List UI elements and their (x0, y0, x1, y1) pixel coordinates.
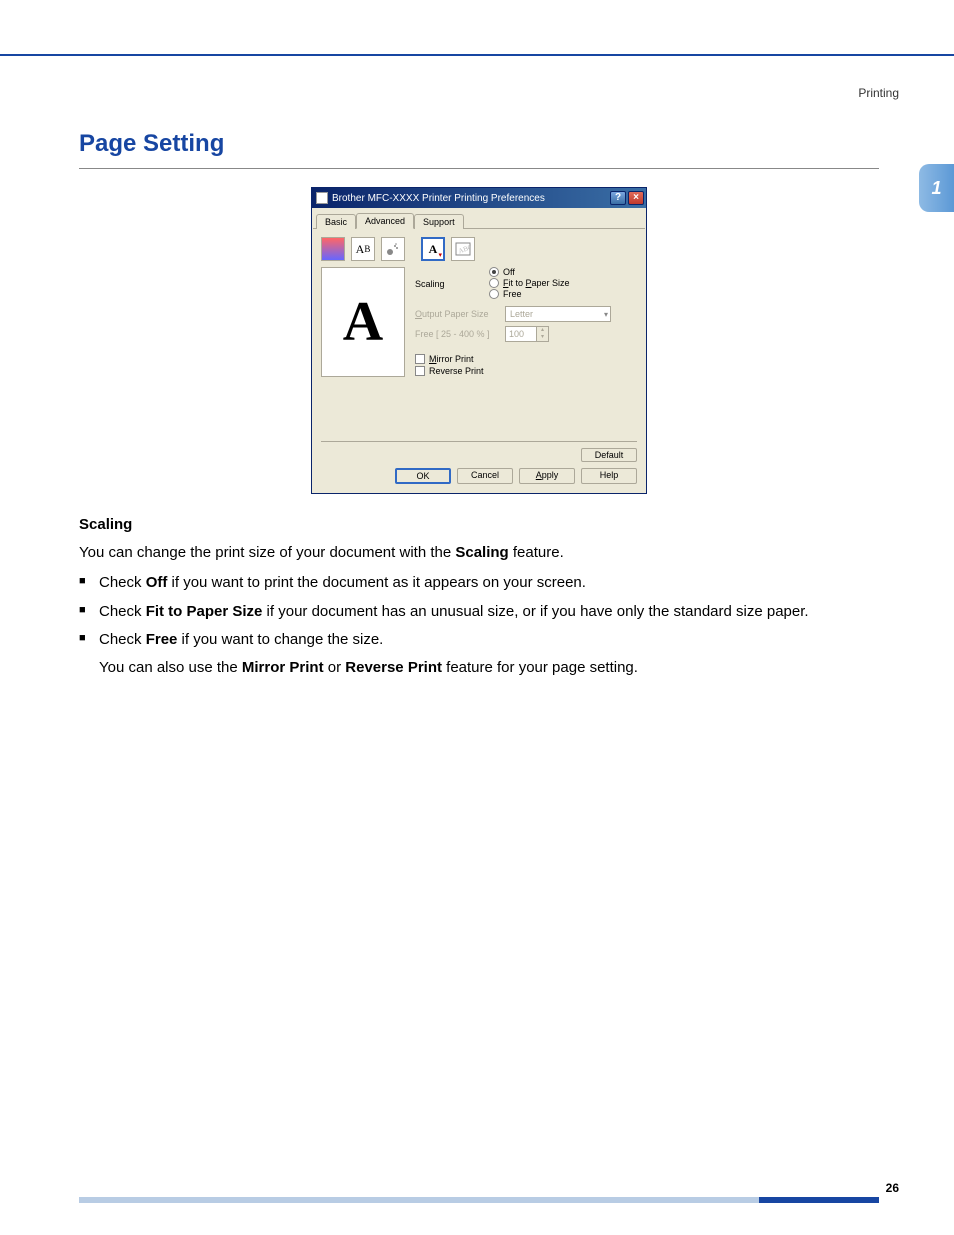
text-run: feature for your page setting. (442, 659, 638, 676)
checkbox-icon (415, 354, 425, 364)
apply-button[interactable]: Apply (519, 468, 575, 484)
tab-advanced[interactable]: Advanced (356, 213, 414, 229)
page-preview: A (321, 267, 405, 377)
mirror-print-checkbox[interactable]: Mirror Print (415, 354, 637, 364)
tab-support[interactable]: Support (414, 214, 464, 229)
spinner-value: 100 (506, 329, 536, 339)
text-bold: Scaling (455, 544, 508, 561)
page-color-icon[interactable] (321, 237, 345, 261)
spray-icon[interactable] (381, 237, 405, 261)
scaling-radio-fit[interactable]: Fit to Paper Size (489, 278, 637, 288)
checkbox-label: Mirror Print (429, 354, 474, 364)
text-run: You can also use the (99, 659, 242, 676)
select-value: Letter (510, 309, 533, 319)
intro-paragraph: You can change the print size of your do… (79, 543, 879, 563)
page-number: 26 (886, 1181, 899, 1195)
checkbox-label: Reverse Print (429, 366, 484, 376)
print-preferences-dialog: Brother MFC-XXXX Printer Printing Prefer… (311, 187, 647, 494)
text-bold: Free (146, 631, 178, 648)
default-button[interactable]: Default (581, 448, 637, 462)
text-bold: Fit to Paper Size (146, 603, 263, 620)
text-bold: Mirror Print (242, 659, 324, 676)
checkbox-icon (415, 366, 425, 376)
chapter-tab: 1 (919, 164, 954, 212)
page-title: Page Setting (79, 130, 879, 158)
tab-basic[interactable]: Basic (316, 214, 356, 229)
text-bold: Off (146, 574, 168, 591)
reverse-print-checkbox[interactable]: Reverse Print (415, 366, 637, 376)
dialog-separator (321, 441, 637, 442)
radio-label: Free (503, 289, 522, 299)
sub-paragraph: You can also use the Mirror Print or Rev… (79, 658, 879, 678)
radio-label: Off (503, 267, 515, 277)
text-run: Check (99, 603, 146, 620)
spin-down-icon[interactable]: ▾ (536, 334, 548, 341)
advanced-toolbar: AB A▾ ABC (313, 229, 645, 267)
printer-app-icon (316, 192, 328, 204)
radio-icon (489, 278, 499, 288)
output-paper-select[interactable]: Letter ▾ (505, 306, 611, 322)
dialog-titlebar: Brother MFC-XXXX Printer Printing Prefer… (312, 188, 646, 208)
list-item: Check Fit to Paper Size if your document… (79, 602, 879, 622)
text-run: You can change the print size of your do… (79, 544, 455, 561)
scaling-radio-off[interactable]: Off (489, 267, 637, 277)
header-section-label: Printing (858, 86, 899, 100)
preview-glyph: A (343, 290, 383, 354)
text-ab-icon[interactable]: AB (351, 237, 375, 261)
free-percent-spinner[interactable]: 100 ▴▾ (505, 326, 549, 342)
dialog-title: Brother MFC-XXXX Printer Printing Prefer… (332, 193, 545, 204)
text-bold: Reverse Print (345, 659, 442, 676)
text-run: Check (99, 631, 146, 648)
list-item: Check Off if you want to print the docum… (79, 573, 879, 593)
title-rule (79, 168, 879, 169)
text-run: if you want to change the size. (177, 631, 383, 648)
text-run: if your document has an unusual size, or… (262, 603, 808, 620)
text-run: if you want to print the document as it … (167, 574, 586, 591)
output-paper-label: Output Paper Size (415, 309, 505, 319)
chevron-down-icon: ▾ (604, 310, 608, 319)
text-run: or (324, 659, 346, 676)
scaling-heading: Scaling (79, 516, 879, 533)
page-a-icon[interactable]: A▾ (421, 237, 445, 261)
footer-bar (79, 1197, 879, 1203)
text-run: feature. (509, 544, 564, 561)
free-range-label: Free [ 25 - 400 % ] (415, 329, 505, 339)
scaling-group-label: Scaling (415, 279, 489, 289)
text-run: Check (99, 574, 146, 591)
scaling-radio-free[interactable]: Free (489, 289, 637, 299)
radio-label: Fit to Paper Size (503, 278, 570, 288)
radio-icon (489, 289, 499, 299)
close-window-button[interactable]: × (628, 191, 644, 205)
help-window-button[interactable]: ? (610, 191, 626, 205)
list-item: Check Free if you want to change the siz… (79, 630, 879, 650)
tab-strip: Basic Advanced Support (313, 209, 645, 229)
top-rule (0, 54, 954, 56)
ok-button[interactable]: OK (395, 468, 451, 484)
scaling-bullet-list: Check Off if you want to print the docum… (79, 573, 879, 650)
spin-up-icon[interactable]: ▴ (536, 327, 548, 334)
radio-icon (489, 267, 499, 277)
watermark-icon[interactable]: ABC (451, 237, 475, 261)
help-button[interactable]: Help (581, 468, 637, 484)
cancel-button[interactable]: Cancel (457, 468, 513, 484)
